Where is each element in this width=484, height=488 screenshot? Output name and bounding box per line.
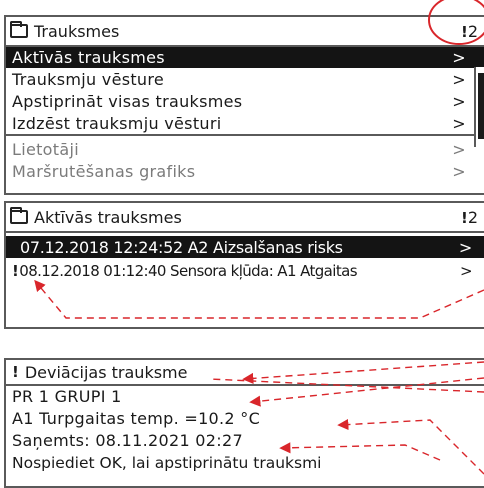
detail-line-received: Saņemts: 08.11.2021 02:27 bbox=[6, 430, 484, 451]
deviation-alarm-panel: ! Deviācijas trauksme PR 1 GRUPI 1 A1 Tu… bbox=[4, 358, 484, 488]
folder-icon bbox=[10, 21, 28, 38]
menu-item-routing-schedule[interactable]: Maršrutēšanas grafiks > bbox=[6, 161, 484, 182]
detail-line-group: PR 1 GRUPI 1 bbox=[6, 386, 484, 407]
alarm-menu-titlebar: Trauksmes !2 bbox=[6, 17, 484, 47]
chevron-right-icon: > bbox=[452, 114, 466, 133]
detail-line-text: Nospiediet OK, lai apstiprinātu trauksmi bbox=[12, 453, 322, 472]
exclamation-icon: ! bbox=[12, 363, 19, 381]
alarm-menu-title: Trauksmes bbox=[34, 21, 120, 41]
menu-item-alarm-history[interactable]: Trauksmju vēsture > bbox=[6, 69, 484, 90]
menu-item-clear-history[interactable]: Izdzēst trauksmju vēsturi > bbox=[6, 113, 484, 136]
alarm-row-sensor-error[interactable]: ! 08.12.2018 01:12:40 Sensora kļūda: A1 … bbox=[6, 260, 484, 282]
menu-scrollbar[interactable] bbox=[474, 67, 484, 147]
menu-item-users[interactable]: Lietotāji > bbox=[6, 139, 484, 160]
menu-item-label: Lietotāji bbox=[12, 140, 79, 159]
chevron-right-icon: > bbox=[452, 48, 466, 67]
chevron-right-icon: > bbox=[452, 162, 466, 181]
alarm-row-frost-risk[interactable]: 07.12.2018 12:24:52 A2 Aizsalšanas risks… bbox=[6, 236, 484, 258]
alarm-count: 2 bbox=[467, 208, 478, 227]
exclamation-icon: ! bbox=[460, 209, 468, 227]
alarm-count: 2 bbox=[467, 22, 478, 41]
active-alarms-title: Aktīvās trauksmes bbox=[34, 207, 182, 227]
alarm-row-text: 08.12.2018 01:12:40 Sensora kļūda: A1 At… bbox=[19, 262, 357, 280]
chevron-right-icon: > bbox=[452, 70, 466, 89]
detail-line-text: A1 Turpgaitas temp. =10.2 °C bbox=[12, 409, 261, 428]
exclamation-icon: ! bbox=[460, 23, 468, 41]
chevron-right-icon: > bbox=[460, 262, 473, 280]
active-alarms-panel: Aktīvās trauksmes !2 07.12.2018 12:24:52… bbox=[4, 201, 484, 329]
menu-item-label: Maršrutēšanas grafiks bbox=[12, 162, 196, 181]
menu-item-label: Apstiprināt visas trauksmes bbox=[12, 92, 243, 111]
detail-line-temperature: A1 Turpgaitas temp. =10.2 °C bbox=[6, 408, 484, 429]
active-alarms-titlebar: Aktīvās trauksmes !2 bbox=[6, 203, 484, 233]
alarm-menu-panel: Trauksmes !2 Aktīvās trauksmes > Trauksm… bbox=[4, 15, 484, 195]
deviation-alarm-titlebar: ! Deviācijas trauksme bbox=[6, 360, 484, 386]
alarm-indicator: !2 bbox=[461, 208, 478, 227]
alarm-row-text: 07.12.2018 12:24:52 A2 Aizsalšanas risks bbox=[20, 237, 343, 257]
menu-item-acknowledge-all[interactable]: Apstiprināt visas trauksmes > bbox=[6, 91, 484, 112]
detail-line-text: Saņemts: 08.11.2021 02:27 bbox=[12, 431, 243, 450]
chevron-right-icon: > bbox=[452, 140, 466, 159]
chevron-right-icon: > bbox=[458, 237, 472, 257]
detail-line-text: PR 1 GRUPI 1 bbox=[12, 387, 122, 406]
menu-item-label: Aktīvās trauksmes bbox=[12, 48, 165, 67]
exclamation-icon: ! bbox=[12, 262, 19, 280]
menu-item-active-alarms[interactable]: Aktīvās trauksmes > bbox=[6, 47, 484, 68]
folder-icon bbox=[10, 207, 28, 224]
alarm-indicator: !2 bbox=[461, 22, 478, 41]
scrollbar-thumb[interactable] bbox=[478, 73, 484, 139]
detail-line-instruction: Nospiediet OK, lai apstiprinātu trauksmi bbox=[6, 452, 484, 473]
deviation-alarm-title: Deviācijas trauksme bbox=[24, 362, 188, 382]
menu-item-label: Izdzēst trauksmju vēsturi bbox=[12, 114, 222, 133]
menu-item-label: Trauksmju vēsture bbox=[12, 70, 165, 89]
chevron-right-icon: > bbox=[452, 92, 466, 111]
